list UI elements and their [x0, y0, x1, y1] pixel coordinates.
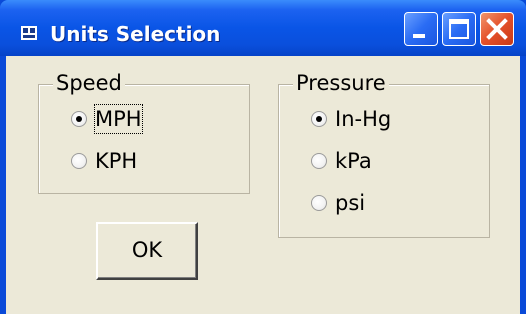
ok-button[interactable]: OK: [96, 222, 198, 280]
radio-psi[interactable]: psi: [311, 189, 441, 219]
radio-kph[interactable]: KPH: [71, 147, 181, 177]
minimize-button[interactable]: [404, 12, 438, 46]
radio-kpa-indicator[interactable]: [311, 153, 327, 169]
radio-kpa[interactable]: kPa: [311, 147, 441, 177]
radio-in-hg-indicator[interactable]: [311, 111, 327, 127]
app-icon: [20, 24, 38, 42]
units-selection-window: Units Selection Speed MPH KPH Pressure I…: [0, 0, 526, 314]
speed-group: Speed MPH KPH: [38, 71, 250, 194]
radio-in-hg[interactable]: In-Hg: [311, 105, 441, 135]
radio-kpa-label[interactable]: kPa: [335, 147, 372, 175]
radio-kph-label[interactable]: KPH: [95, 147, 137, 175]
minimize-icon: [413, 34, 425, 38]
radio-psi-indicator[interactable]: [311, 195, 327, 211]
window-title: Units Selection: [50, 22, 221, 46]
radio-selected-dot: [76, 116, 82, 122]
radio-selected-dot: [316, 116, 322, 122]
close-button[interactable]: [480, 12, 514, 46]
pressure-group: Pressure In-Hg kPa psi: [278, 71, 490, 238]
radio-mph-label[interactable]: MPH: [94, 104, 143, 134]
dialog-client-area: Speed MPH KPH Pressure In-Hg kPa psi OK: [6, 56, 520, 314]
maximize-icon: [449, 19, 469, 39]
radio-mph-indicator[interactable]: [71, 111, 87, 127]
speed-group-label: Speed: [53, 71, 125, 95]
radio-psi-label[interactable]: psi: [335, 189, 365, 217]
maximize-button[interactable]: [442, 12, 476, 46]
close-icon: [486, 18, 508, 40]
radio-in-hg-label[interactable]: In-Hg: [335, 105, 391, 133]
radio-kph-indicator[interactable]: [71, 153, 87, 169]
radio-mph[interactable]: MPH: [71, 104, 181, 135]
title-bar[interactable]: Units Selection: [0, 0, 526, 56]
pressure-group-label: Pressure: [293, 71, 389, 95]
